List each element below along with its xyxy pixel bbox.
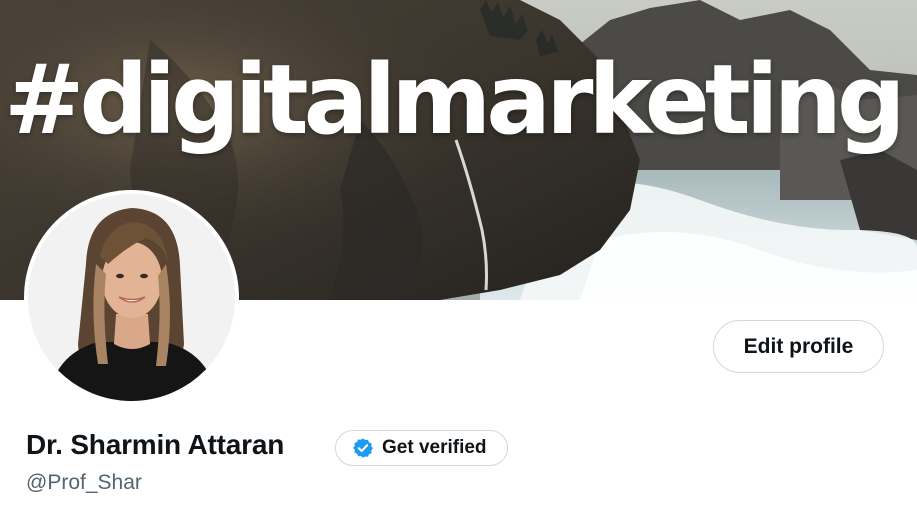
- profile-display-name: Dr. Sharmin Attaran: [26, 429, 285, 460]
- edit-profile-button[interactable]: Edit profile: [713, 320, 884, 373]
- get-verified-button[interactable]: Get verified: [335, 430, 508, 466]
- avatar-portrait-image: [28, 194, 235, 401]
- avatar[interactable]: [24, 190, 239, 405]
- get-verified-label: Get verified: [382, 437, 487, 458]
- verified-badge-icon: [352, 437, 374, 459]
- avatar-photo: [28, 194, 235, 401]
- profile-handle: @Prof_Shar: [26, 471, 142, 494]
- banner-hashtag-text: #digitalmarketing: [4, 44, 906, 156]
